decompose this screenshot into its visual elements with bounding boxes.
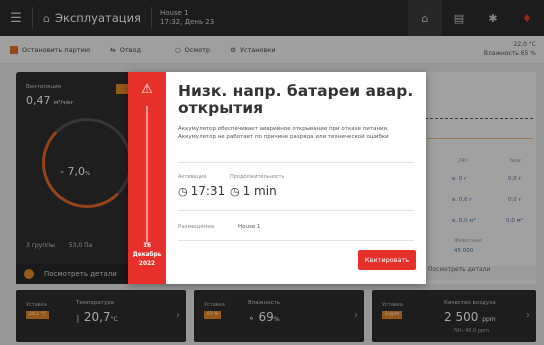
duration-time: ◷ 1 min	[230, 184, 277, 198]
alarm-body: Низк. напр. батареи авар. открытия Аккум…	[166, 72, 426, 284]
alarm-dialog: ⚠ 16 Декабрь 2022 Низк. напр. батареи ав…	[128, 72, 426, 284]
alarm-description: Аккумулятор обеспечивает аварийное откры…	[178, 126, 389, 140]
location-label: Размещение	[178, 224, 215, 230]
acknowledge-button[interactable]: Квитировать	[358, 250, 416, 270]
timeline-line	[146, 106, 148, 244]
alarm-date: 16 Декабрь 2022	[132, 243, 162, 267]
duration-label: Продолжительность	[230, 174, 285, 180]
alarm-bell-icon: ⚠	[141, 82, 153, 97]
activation-time-value: 17:31	[190, 184, 226, 198]
divider	[178, 162, 414, 163]
clock-icon: ◷	[230, 184, 240, 198]
alarm-side-strip: ⚠ 16 Декабрь 2022	[128, 72, 166, 284]
clock-icon: ◷	[178, 184, 188, 198]
divider	[178, 210, 414, 211]
activation-time: ◷ 17:31	[178, 184, 225, 198]
duration-value: 1 min	[242, 184, 277, 198]
alarm-title: Низк. напр. батареи авар. открытия	[178, 82, 414, 117]
location-value: House 1	[238, 224, 261, 230]
divider	[178, 240, 414, 241]
activation-label: Активация	[178, 174, 207, 180]
